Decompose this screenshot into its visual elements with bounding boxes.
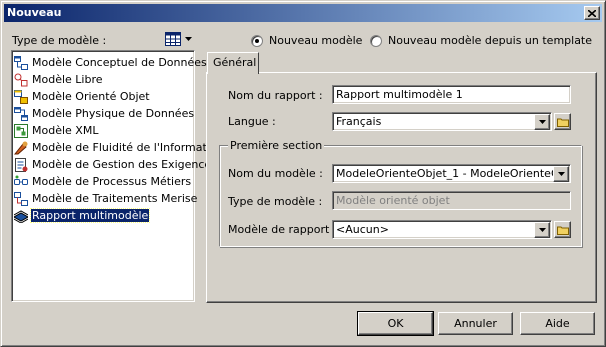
ok-button[interactable]: OK: [357, 311, 434, 336]
multimodel-report-icon: [14, 209, 28, 223]
free-model-icon: [14, 73, 28, 86]
list-item[interactable]: Modèle de Traitements Merise: [14, 190, 197, 207]
language-browse-button[interactable]: [554, 113, 571, 130]
oom-icon: [14, 89, 28, 104]
chevron-down-icon: [185, 37, 192, 41]
language-select[interactable]: Français: [332, 112, 552, 131]
model-name-label: Nom du modèle :: [228, 167, 323, 180]
folder-icon: [556, 118, 569, 127]
cdm-icon: [14, 55, 28, 70]
report-model-select[interactable]: <Aucun>: [332, 220, 552, 239]
list-item[interactable]: Modèle Libre: [14, 71, 194, 88]
list-item[interactable]: Modèle XML: [14, 122, 194, 139]
model-type-field-label: Type de modèle :: [228, 195, 323, 208]
chevron-down-icon: [538, 228, 546, 232]
xml-model-icon: [14, 123, 28, 138]
new-model-option[interactable]: Nouveau modèle: [251, 34, 362, 47]
view-mode-button[interactable]: [165, 31, 193, 47]
list-item[interactable]: Modèle de Processus Métiers: [14, 173, 194, 190]
from-template-radio[interactable]: [370, 34, 382, 47]
merise-icon: [14, 191, 28, 206]
pdm-icon: [14, 106, 28, 121]
list-item[interactable]: Modèle de Fluidité de l'Information: [14, 139, 224, 156]
model-type-label: Type de modèle :: [12, 34, 107, 47]
report-model-browse-button[interactable]: [554, 221, 571, 238]
close-icon: [588, 9, 596, 17]
model-type-field: Modèle orienté objet: [332, 191, 571, 210]
close-button[interactable]: [584, 6, 600, 20]
window-title: Nouveau: [7, 6, 62, 19]
language-dropdown-button[interactable]: [534, 114, 550, 130]
cancel-button[interactable]: Annuler: [438, 312, 513, 335]
language-label: Langue :: [228, 115, 276, 128]
from-template-option[interactable]: Nouveau modèle depuis un template: [370, 34, 592, 47]
ilm-icon: [14, 141, 28, 154]
first-section-title: Première section: [228, 139, 325, 152]
chevron-down-icon: [538, 120, 546, 124]
help-button[interactable]: Aide: [520, 312, 595, 335]
model-name-select[interactable]: ModeleOrienteObjet_1 - ModeleOrienteObje…: [332, 164, 571, 183]
list-item[interactable]: Modèle Conceptuel de Données: [14, 54, 207, 71]
tab-general[interactable]: Général: [207, 52, 259, 74]
list-item[interactable]: Modèle Orienté Objet: [14, 88, 194, 105]
report-model-dropdown-button[interactable]: [534, 222, 550, 238]
rqm-icon: [15, 157, 28, 172]
list-item[interactable]: Modèle Physique de Données: [14, 105, 194, 122]
folder-icon: [556, 226, 569, 235]
dialog-window: Nouveau Type de modèle : Modèle Conceptu…: [0, 0, 606, 347]
chevron-down-icon: [557, 172, 565, 176]
bpm-icon: [14, 175, 28, 185]
list-item[interactable]: Rapport multimodèle: [14, 207, 194, 224]
new-model-radio[interactable]: [251, 34, 263, 47]
report-name-input[interactable]: Rapport multimodèle 1: [332, 85, 571, 104]
grid-view-icon: [165, 32, 181, 46]
report-name-label: Nom du rapport :: [228, 89, 323, 102]
model-name-dropdown-button[interactable]: [553, 166, 569, 182]
report-model-label: Modèle de rapport :: [228, 223, 337, 236]
model-type-list[interactable]: Modèle Conceptuel de Données Modèle Libr…: [11, 50, 224, 302]
list-item[interactable]: Modèle de Gestion des Exigences: [14, 156, 217, 173]
title-bar[interactable]: Nouveau: [4, 4, 602, 22]
